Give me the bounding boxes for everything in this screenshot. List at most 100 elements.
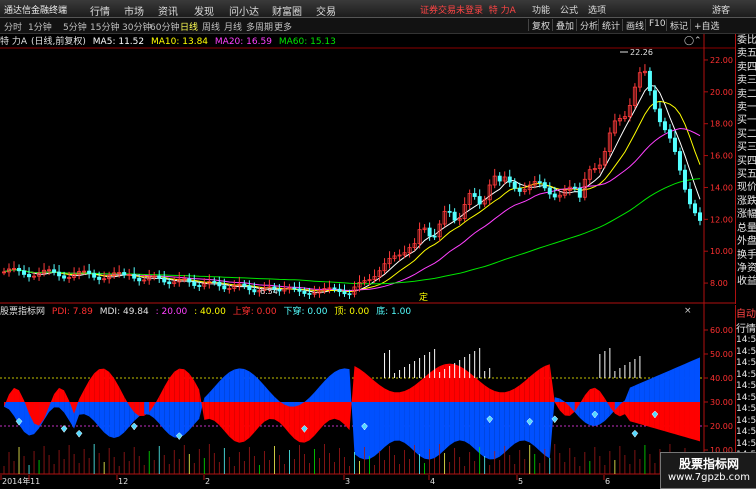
candle-body (677, 151, 682, 171)
mdi-fill (379, 402, 385, 452)
pdi-fill (204, 402, 210, 420)
pdi-fill (319, 402, 325, 430)
mdi-fill (229, 369, 235, 402)
pdi-fill (644, 402, 650, 427)
pdi-fill (109, 371, 115, 402)
price-tick-label: 12.00 (710, 215, 733, 224)
pdi-fill (584, 389, 590, 402)
mdi-fill (519, 402, 525, 441)
mdi-fill (479, 402, 485, 458)
pdi-fill (139, 402, 145, 416)
candle-body (667, 129, 672, 139)
pdi-fill (524, 376, 530, 402)
mdi-fill (499, 402, 505, 457)
time-entry: 14:5 (736, 392, 756, 403)
quote-label-17: 净资 (737, 262, 756, 274)
candle-body (27, 274, 32, 278)
time-entry: 14:5 (736, 427, 756, 437)
candle-body (692, 203, 697, 214)
pdi-fill (339, 402, 345, 425)
quote-label-16: 换手 (737, 249, 756, 261)
indicator-axis: 60.0050.0040.0030.0020.0010.00 (704, 326, 733, 455)
price-tick-label: 16.00 (710, 152, 733, 161)
pdi-fill (439, 364, 445, 402)
pdi-fill (229, 402, 235, 441)
mdi-fill (224, 372, 230, 402)
pdi-fill (429, 369, 435, 402)
candle-body (472, 193, 477, 197)
time-entry: 14:5 (736, 369, 756, 380)
pdi-fill (474, 376, 480, 402)
mdi-fill (234, 368, 240, 402)
pdi-fill (194, 380, 200, 402)
date-label: 4 (430, 477, 435, 486)
pdi-fill (454, 364, 460, 402)
pdi-fill (559, 402, 565, 416)
candle-body (62, 275, 67, 279)
candle-body (247, 285, 252, 291)
price-tick-label: 18.00 (710, 120, 733, 129)
candle-body (517, 187, 522, 192)
date-label: 6 (605, 477, 610, 486)
pdi-fill (234, 402, 240, 443)
pdi-fill (554, 402, 560, 411)
candle-body (687, 188, 692, 205)
mdi-fill (579, 402, 585, 423)
candles (2, 64, 703, 299)
pdi-fill (334, 402, 340, 421)
collapse-icon: ◯ (684, 36, 694, 46)
mdi-fill (169, 402, 175, 438)
candle-body (512, 181, 517, 189)
time-entry: 14:5 (736, 346, 756, 357)
pdi-fill (314, 402, 320, 436)
pdi-fill (444, 363, 450, 402)
mdi-fill (114, 402, 120, 438)
date-axis: 2014年 11 12 2 3 4 5 6 (0, 475, 610, 486)
time-entry: 14:5 (736, 335, 756, 345)
candle-body (92, 273, 97, 278)
pdi-fill (509, 388, 515, 402)
mdi-fill (639, 381, 645, 402)
quote-label-13: 涨幅 (737, 209, 756, 221)
pdi-fill (459, 366, 465, 402)
pdi-fill (409, 385, 415, 402)
mdi-fill (259, 379, 265, 402)
mdi-fill (314, 386, 320, 402)
pdi-fill (599, 391, 605, 402)
candle-body (672, 137, 677, 152)
pdi-fill (494, 390, 500, 402)
kline-chart[interactable]: 22.0020.0018.0016.0014.0012.0010.008.00 … (0, 0, 756, 487)
mdi-fill (194, 402, 200, 425)
candle-body (682, 169, 687, 190)
mdi-fill (654, 374, 660, 402)
candle-body (577, 187, 582, 198)
date-label: 2014年 (2, 476, 30, 486)
pdi-fill (224, 402, 230, 437)
mdi-fill (414, 402, 420, 456)
mdi-fill (689, 359, 695, 402)
mdi-fill (504, 402, 510, 453)
mdi-fill (684, 361, 690, 402)
candle-body (497, 175, 502, 182)
pdi-fill (624, 402, 630, 422)
candle-body (222, 285, 227, 290)
mdi-fill (394, 402, 400, 441)
candle-body (547, 187, 552, 195)
mdi-fill (79, 402, 85, 415)
pdi-fill (239, 402, 245, 443)
pdi-fill (359, 368, 365, 402)
mdi-fill (559, 398, 565, 402)
quote-label-12: 涨跌 (737, 195, 756, 207)
pdi-fill (694, 402, 700, 442)
quote-label-6: 买一 (737, 115, 756, 127)
quote-label-9: 买四 (737, 155, 756, 167)
mdi-fill (239, 368, 245, 402)
candle-body (662, 121, 667, 131)
price-tick-label: 10.00 (710, 247, 733, 256)
quote-label-11: 现价 (737, 182, 756, 194)
candle-body (477, 196, 482, 205)
pdi-fill (289, 402, 295, 439)
candle-body (307, 293, 312, 295)
pdi-fill (114, 378, 120, 402)
pdi-fill (279, 402, 285, 428)
